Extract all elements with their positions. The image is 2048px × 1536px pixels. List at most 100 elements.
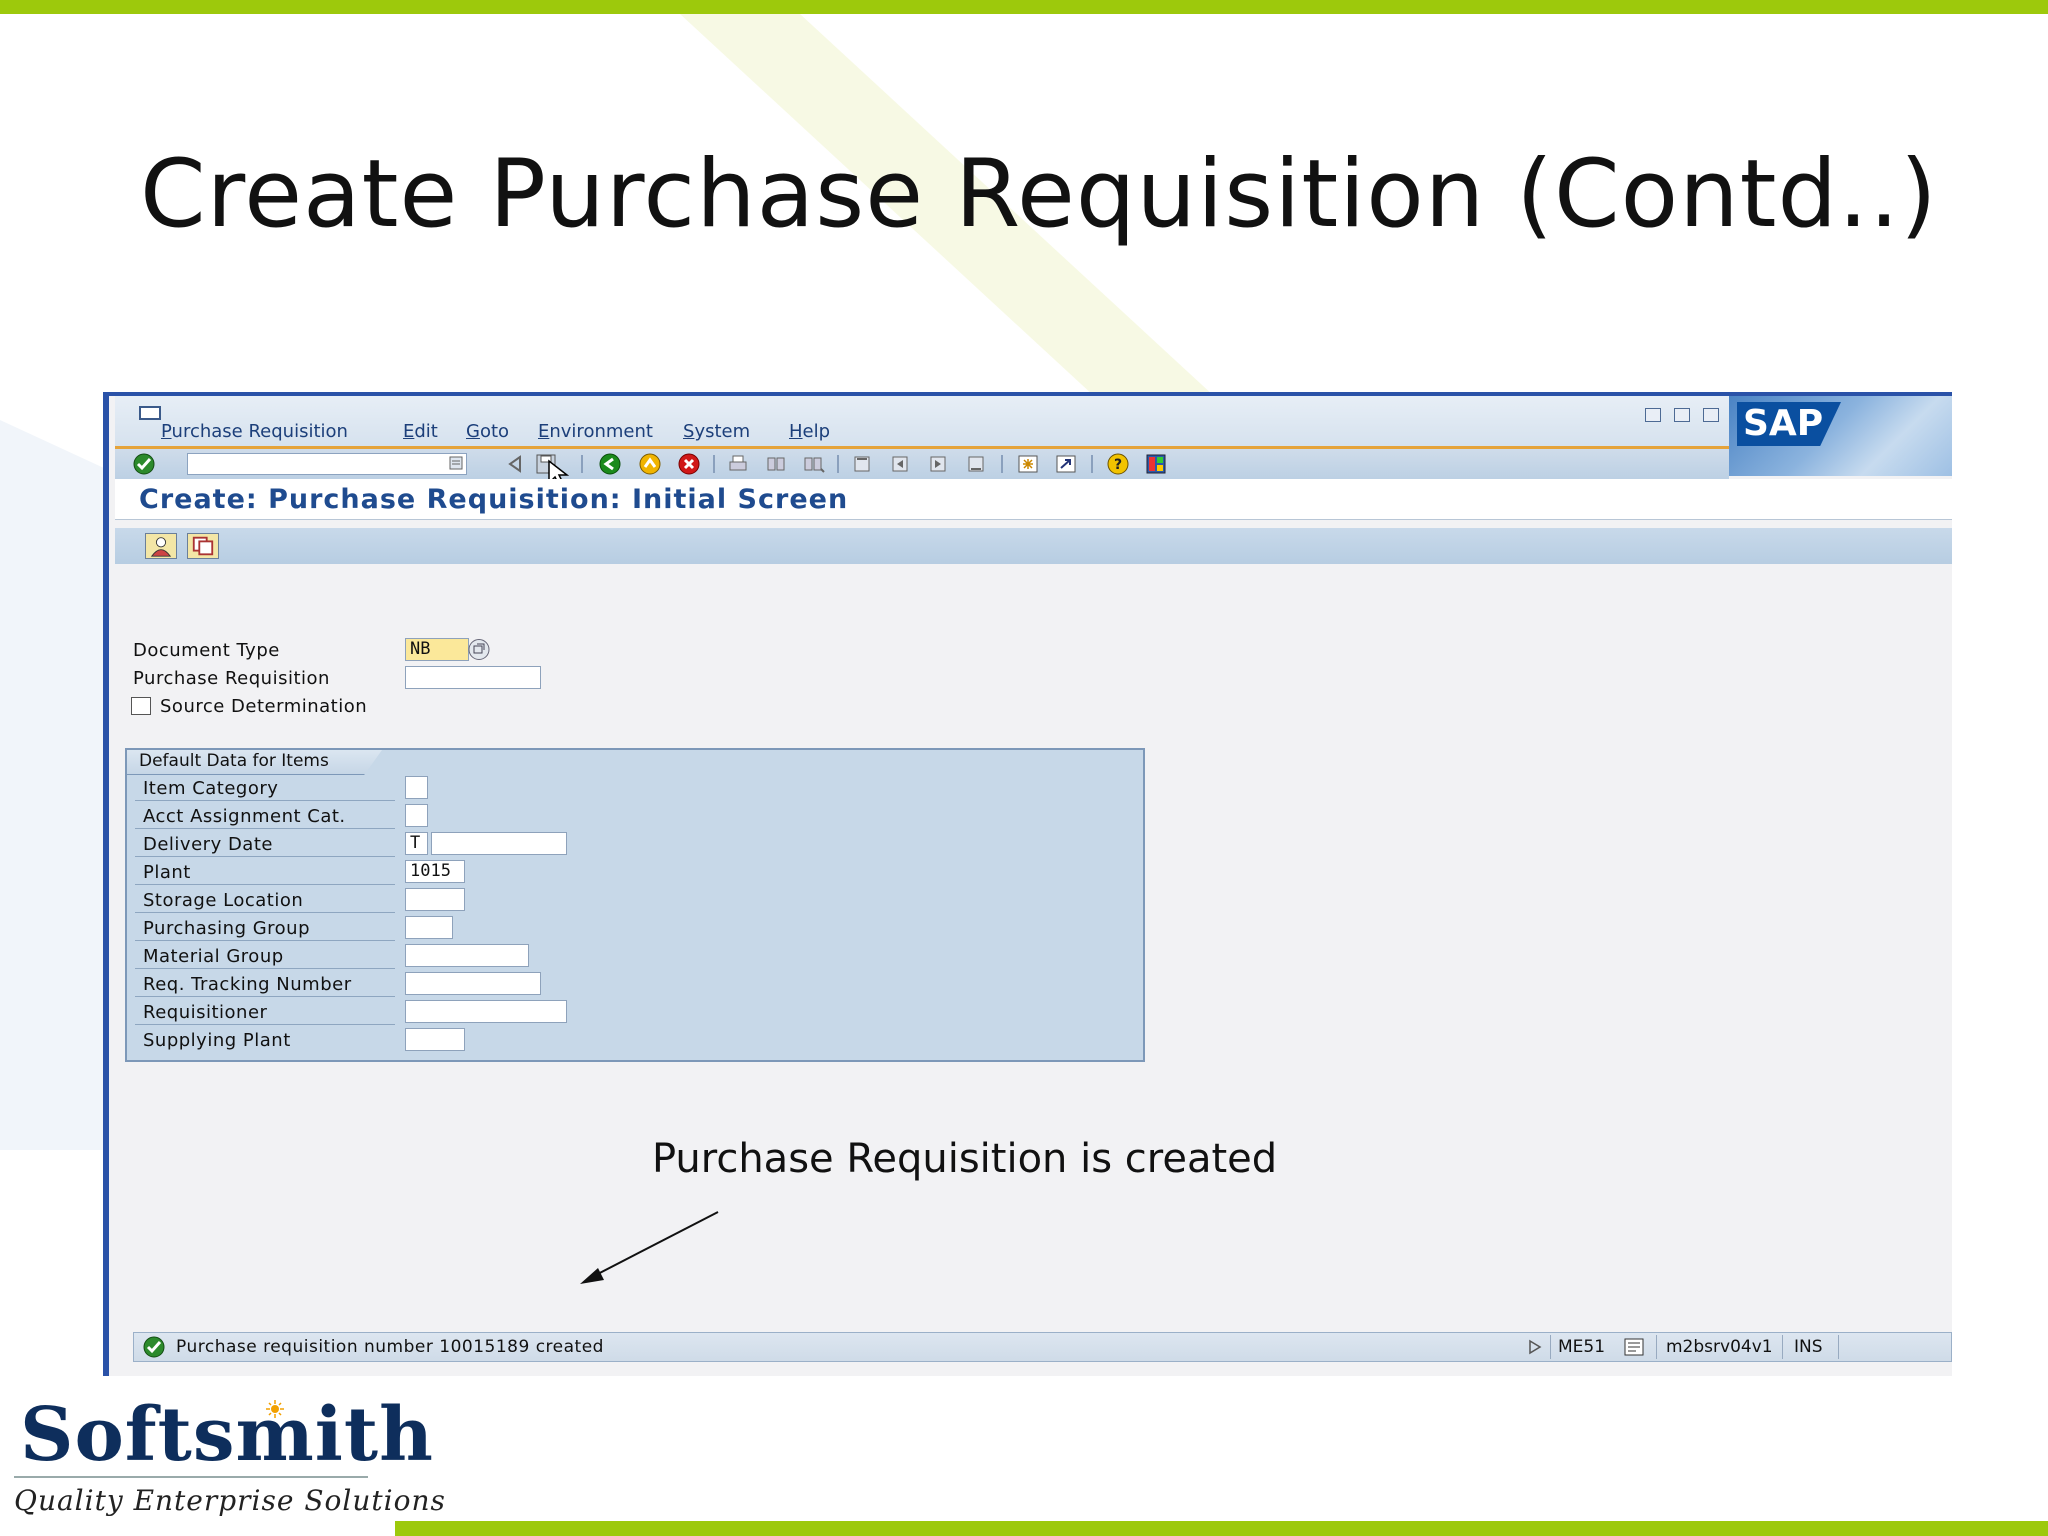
system-info-icon[interactable] [1624,1338,1644,1356]
value-help-icon[interactable] [465,638,495,661]
server-name: m2bsrv04v1 [1666,1337,1773,1357]
acct-assignment-label: Acct Assignment Cat. [143,806,346,827]
menu-system[interactable]: System [683,421,750,442]
toolbar-separator [837,455,839,473]
menu-environment[interactable]: Environment [538,421,653,442]
enter-check-icon[interactable] [133,453,155,475]
menu-help[interactable]: Help [789,421,830,442]
annotation-text: Purchase Requisition is created [652,1136,1278,1182]
next-page-icon[interactable] [927,453,949,475]
svg-text:?: ? [1114,457,1122,473]
exit-icon[interactable] [639,453,661,475]
previous-page-icon[interactable] [889,453,911,475]
dropdown-icon[interactable] [449,454,463,472]
back-triangle-icon[interactable] [505,453,527,475]
plant-label: Plant [143,862,191,883]
command-field[interactable] [187,453,467,475]
application-toolbar [115,528,1952,564]
row-divider [135,828,395,829]
sap-logo: SAP [1729,396,1952,476]
logo-divider [14,1476,368,1478]
acct-assignment-field[interactable] [405,804,428,827]
logo-name: Softsmith [20,1392,434,1478]
row-divider [135,996,395,997]
print-icon[interactable] [727,453,749,475]
document-type-label: Document Type [133,640,280,661]
bottom-accent-bar [395,1521,2048,1536]
menu-purchase-requisition[interactable]: Purchase Requisition [161,421,348,442]
plant-field[interactable]: 1015 [405,860,465,883]
supplying-plant-label: Supplying Plant [143,1030,291,1051]
create-session-icon[interactable] [1017,453,1039,475]
source-determination-checkbox[interactable] [131,697,151,715]
purchase-requisition-label: Purchase Requisition [133,668,330,689]
status-separator [1550,1335,1551,1359]
item-category-field[interactable] [405,776,428,799]
storage-location-field[interactable] [405,888,465,911]
purchasing-group-field[interactable] [405,916,453,939]
last-page-icon[interactable] [965,453,987,475]
group-header: Default Data for Items [127,750,382,775]
window-menu-icon[interactable] [139,406,161,420]
logo-star-icon [266,1400,284,1418]
toolbar-separator [713,455,715,473]
slide-title: Create Purchase Requisition (Contd..) [140,140,1938,249]
customize-layout-icon[interactable] [1145,453,1167,475]
insert-mode: INS [1794,1337,1823,1357]
maximize-icon[interactable] [1674,408,1690,422]
find-icon[interactable] [765,453,787,475]
req-tracking-field[interactable] [405,972,541,995]
screen-title: Create: Purchase Requisition: Initial Sc… [139,484,849,515]
delivery-date-type-field[interactable]: T [405,832,428,855]
personal-settings-icon[interactable] [145,533,177,559]
status-message: Purchase requisition number 10015189 cre… [176,1337,604,1357]
status-separator [1782,1335,1783,1359]
minimize-icon[interactable] [1645,408,1661,422]
row-divider [135,968,395,969]
toolbar-separator [1091,455,1093,473]
item-category-label: Item Category [143,778,279,799]
success-check-icon [143,1336,165,1358]
document-type-field[interactable]: NB [405,638,469,661]
expand-status-icon[interactable] [1528,1339,1542,1355]
toolbar-separator [581,455,583,473]
top-accent-bar [0,0,2048,14]
menu-bar: Purchase Requisition Edit Goto Environme… [115,396,1952,449]
requisitioner-field[interactable] [405,1000,567,1023]
group-title: Default Data for Items [139,751,329,771]
status-separator [1838,1335,1839,1359]
shortcut-icon[interactable] [1055,453,1077,475]
delivery-date-label: Delivery Date [143,834,273,855]
purchasing-group-label: Purchasing Group [143,918,311,939]
close-window-icon[interactable] [1703,408,1719,422]
req-tracking-label: Req. Tracking Number [143,974,352,995]
menu-edit[interactable]: Edit [403,421,438,442]
green-back-icon[interactable] [599,453,621,475]
row-divider [135,856,395,857]
supplying-plant-field[interactable] [405,1028,465,1051]
sap-window: Purchase Requisition Edit Goto Environme… [103,392,1952,1376]
row-divider [135,912,395,913]
default-data-group: Default Data for Items Item Category Acc… [125,748,1145,1062]
menu-goto[interactable]: Goto [466,421,509,442]
annotation-arrow [580,1211,719,1284]
cancel-icon[interactable] [678,453,700,475]
status-bar: Purchase requisition number 10015189 cre… [133,1332,1952,1362]
row-divider [135,800,395,801]
material-group-field[interactable] [405,944,529,967]
row-divider [135,940,395,941]
row-divider [135,1024,395,1025]
help-icon[interactable]: ? [1107,453,1129,475]
softsmith-logo: Softsmith Quality Enterprise Solutions [14,1388,445,1528]
standard-toolbar: ? [115,449,1729,489]
requisitioner-label: Requisitioner [143,1002,268,1023]
delivery-date-field[interactable] [431,832,567,855]
source-determination-label: Source Determination [160,696,368,717]
find-next-icon[interactable] [803,453,825,475]
logo-tagline: Quality Enterprise Solutions [14,1484,446,1517]
first-page-icon[interactable] [851,453,873,475]
row-divider [135,884,395,885]
copy-document-icon[interactable] [187,533,219,559]
purchase-requisition-field[interactable] [405,666,541,689]
toolbar-separator [1001,455,1003,473]
